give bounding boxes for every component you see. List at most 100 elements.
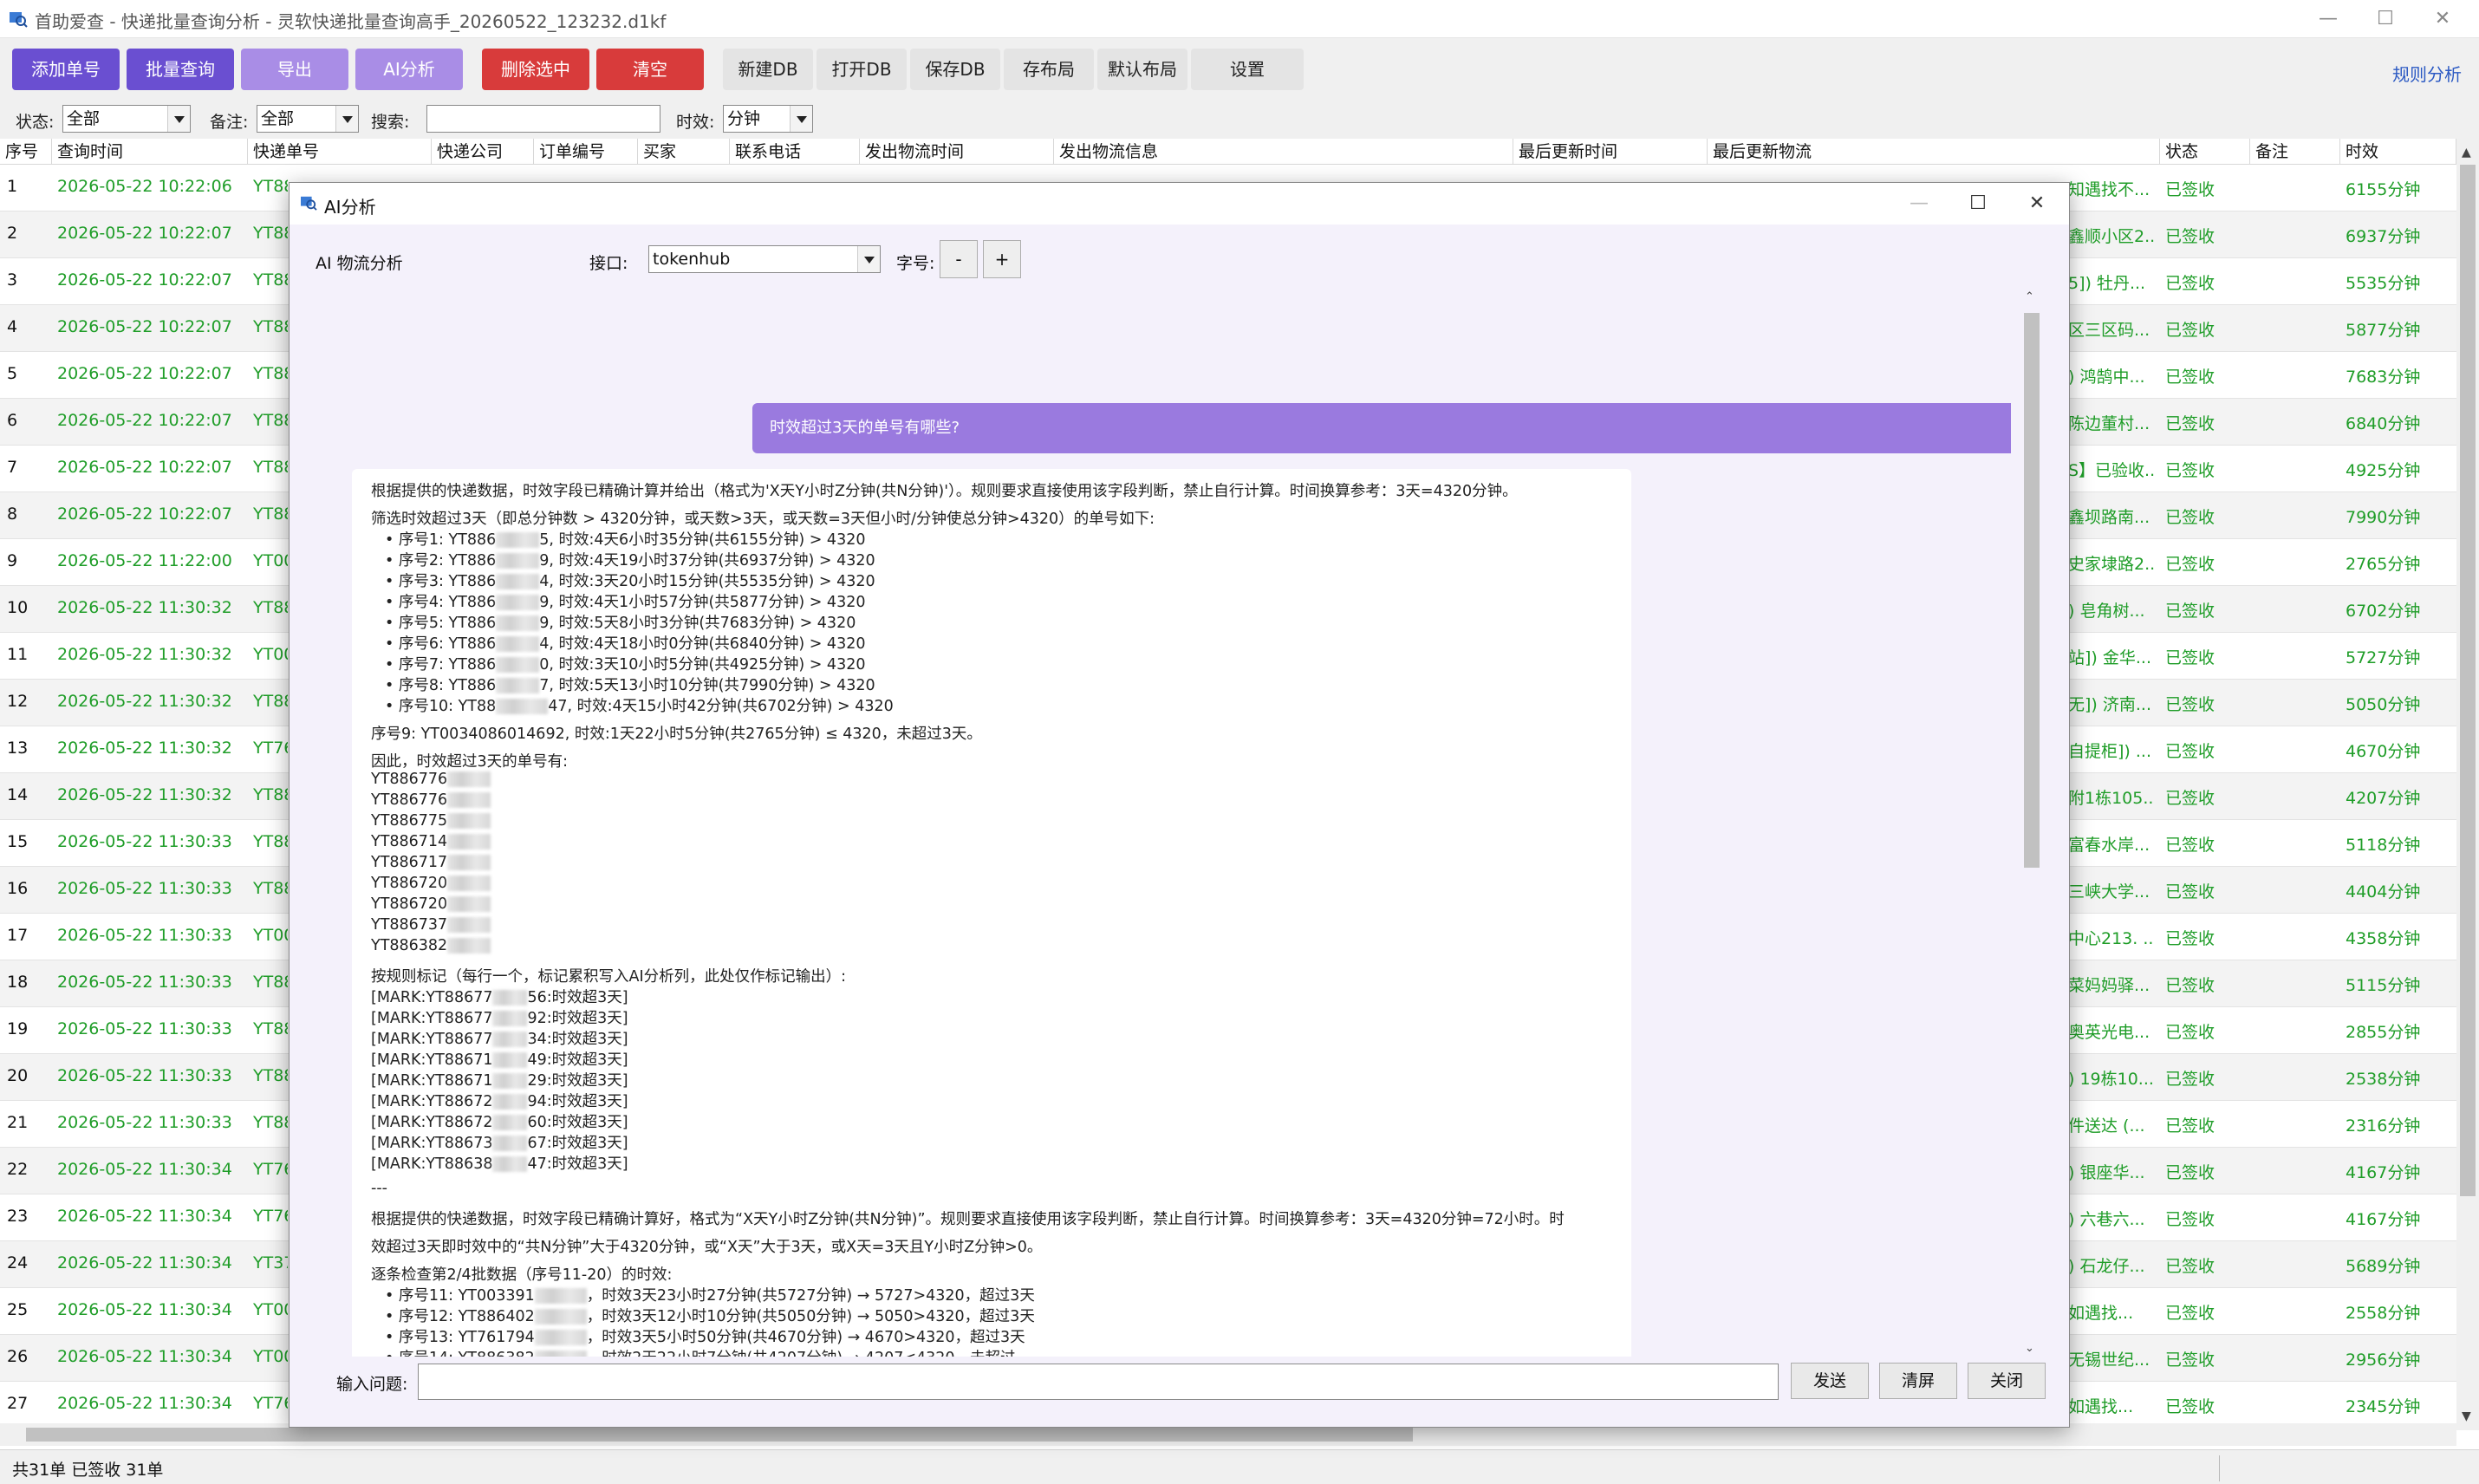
- maximize-icon[interactable]: ☐: [2370, 5, 2401, 33]
- column-header[interactable]: 时效: [2340, 139, 2456, 165]
- column-header[interactable]: 联系电话: [730, 139, 860, 165]
- cell-aging: 5115分钟: [2346, 976, 2421, 995]
- cell-aging: 4670分钟: [2346, 742, 2421, 761]
- cell-last: 富春水岸...: [2068, 836, 2150, 855]
- cell-last: 知遇找不...: [2068, 180, 2150, 199]
- font-increase-button[interactable]: +: [983, 240, 1021, 278]
- default-layout-button[interactable]: 默认布局: [1097, 49, 1187, 90]
- cell-time: 2026-05-22 11:30:33: [57, 1113, 232, 1132]
- column-header[interactable]: 状态: [2160, 139, 2250, 165]
- chat-scroll-thumb[interactable]: [2024, 313, 2040, 868]
- scroll-down-icon[interactable]: ▼: [2462, 1409, 2471, 1423]
- cell-last: 菜妈妈驿...: [2068, 976, 2150, 995]
- close-icon[interactable]: ✕: [2427, 5, 2458, 33]
- cell-no: 15: [7, 832, 29, 851]
- answer-line: • 序号2: YT886 9, 时效:4天19小时37分钟(共6937分钟) > …: [385, 549, 875, 570]
- column-header[interactable]: 序号: [0, 139, 52, 165]
- vertical-scroll-thumb[interactable]: [2460, 165, 2476, 1196]
- column-header[interactable]: 备注: [2250, 139, 2340, 165]
- aging-unit-select[interactable]: 分钟: [723, 105, 813, 133]
- save-db-button[interactable]: 保存DB: [910, 49, 1000, 90]
- scroll-up-icon[interactable]: ⌃: [2025, 290, 2034, 303]
- add-tracking-button[interactable]: 添加单号: [12, 49, 120, 90]
- cell-code: YT88: [253, 1113, 288, 1132]
- answer-visible-part: [MARK:YT88677: [371, 1031, 493, 1048]
- cell-time: 2026-05-22 10:22:07: [57, 364, 232, 383]
- dialog-close-icon[interactable]: ✕: [2020, 190, 2054, 218]
- cell-no: 12: [7, 692, 29, 711]
- dialog-maximize-icon[interactable]: ☐: [1961, 190, 1995, 218]
- question-input[interactable]: [418, 1364, 1779, 1400]
- cell-time: 2026-05-22 11:30:32: [57, 598, 232, 617]
- scroll-down-icon[interactable]: ⌄: [2025, 1342, 2034, 1355]
- cell-code: YT88: [253, 177, 288, 196]
- column-header[interactable]: 订单编号: [534, 139, 638, 165]
- column-header[interactable]: 快递公司: [432, 139, 534, 165]
- status-filter-select[interactable]: 全部: [62, 105, 191, 133]
- cell-last: 附1栋105...: [2068, 789, 2155, 808]
- window-title: 首助爱查 - 快递批量查询分析 - 灵软快递批量查询高手_20260522_12…: [35, 11, 667, 32]
- cell-last: 如遇找...: [2068, 1304, 2134, 1323]
- new-db-button[interactable]: 新建DB: [723, 49, 813, 90]
- column-header[interactable]: 最后更新物流: [1708, 139, 2160, 165]
- answer-line: 因此，时效超过3天的单号有:: [371, 753, 569, 771]
- clear-button[interactable]: 清空: [596, 49, 704, 90]
- cell-aging: 4167分钟: [2346, 1210, 2421, 1229]
- open-db-button[interactable]: 打开DB: [817, 49, 907, 90]
- note-filter-label: 备注:: [210, 113, 249, 132]
- note-filter-select[interactable]: 全部: [257, 105, 359, 133]
- cell-status: 已签收: [2165, 695, 2215, 714]
- settings-button[interactable]: 设置: [1191, 49, 1304, 90]
- cell-aging: 4925分钟: [2346, 461, 2421, 480]
- answer-line: • 序号14: YT886382 ，时效2天22小时7分钟(共4207分钟) → …: [385, 1346, 1016, 1357]
- cell-no: 13: [7, 739, 29, 758]
- cell-code: YT88: [253, 270, 288, 290]
- cell-status: 已签收: [2165, 461, 2215, 480]
- send-button[interactable]: 发送: [1791, 1363, 1869, 1399]
- column-header[interactable]: 快递单号: [248, 139, 432, 165]
- cell-no: 8: [7, 504, 18, 524]
- search-input[interactable]: [426, 105, 660, 133]
- cell-aging: 5118分钟: [2346, 836, 2421, 855]
- cell-last: 鑫坝路南...: [2068, 508, 2150, 527]
- api-select[interactable]: tokenhub: [648, 245, 881, 273]
- cell-time: 2026-05-22 10:22:07: [57, 317, 232, 336]
- column-header[interactable]: 买家: [638, 139, 730, 165]
- column-header[interactable]: 发出物流信息: [1054, 139, 1513, 165]
- answer-visible-part: ，时效3天12小时10分钟(共5050分钟) → 5050>4320，超过3天: [586, 1308, 1035, 1325]
- answer-visible-part: 9, 时效:5天8小时3分钟(共7683分钟) > 4320: [539, 615, 856, 632]
- cell-aging: 5727分钟: [2346, 648, 2421, 667]
- font-decrease-button[interactable]: -: [940, 240, 978, 278]
- close-dialog-button[interactable]: 关闭: [1968, 1363, 2046, 1399]
- cell-no: 21: [7, 1113, 29, 1132]
- redaction-blur: [492, 1136, 528, 1151]
- answer-line: [MARK:YT88677 34:时效超3天]: [371, 1027, 628, 1049]
- dialog-minimize-icon[interactable]: —: [1902, 190, 1936, 218]
- cell-status: 已签收: [2165, 742, 2215, 761]
- delete-selected-button[interactable]: 删除选中: [482, 49, 589, 90]
- clear-screen-button[interactable]: 清屏: [1879, 1363, 1957, 1399]
- horizontal-scroll-thumb[interactable]: [26, 1428, 1413, 1442]
- cell-status: 已签收: [2165, 1351, 2215, 1370]
- column-header[interactable]: 发出物流时间: [860, 139, 1054, 165]
- column-header[interactable]: 最后更新时间: [1513, 139, 1708, 165]
- scroll-up-icon[interactable]: ▲: [2462, 146, 2471, 159]
- cell-time: 2026-05-22 10:22:07: [57, 270, 232, 290]
- redaction-blur: [447, 855, 491, 870]
- cell-aging: 5050分钟: [2346, 695, 2421, 714]
- rule-analysis-link[interactable]: 规则分析: [2392, 61, 2462, 86]
- answer-line: • 序号4: YT886 9, 时效:4天1小时57分钟(共5877分钟) > 4…: [385, 590, 865, 612]
- batch-query-button[interactable]: 批量查询: [127, 49, 234, 90]
- cell-no: 17: [7, 926, 29, 945]
- ai-analysis-button[interactable]: AI分析: [355, 49, 463, 90]
- export-button[interactable]: 导出: [241, 49, 348, 90]
- redaction-blur: [496, 699, 549, 714]
- answer-visible-part: 7, 时效:5天13小时10分钟(共7990分钟) > 4320: [539, 677, 875, 694]
- answer-visible-part: YT886714: [371, 833, 448, 850]
- save-layout-button[interactable]: 存布局: [1004, 49, 1094, 90]
- column-header[interactable]: 查询时间: [52, 139, 248, 165]
- cell-last: 陈边董村...: [2068, 414, 2150, 433]
- minimize-icon[interactable]: —: [2313, 5, 2344, 33]
- redaction-blur: [447, 875, 491, 891]
- cell-status: 已签收: [2165, 274, 2215, 293]
